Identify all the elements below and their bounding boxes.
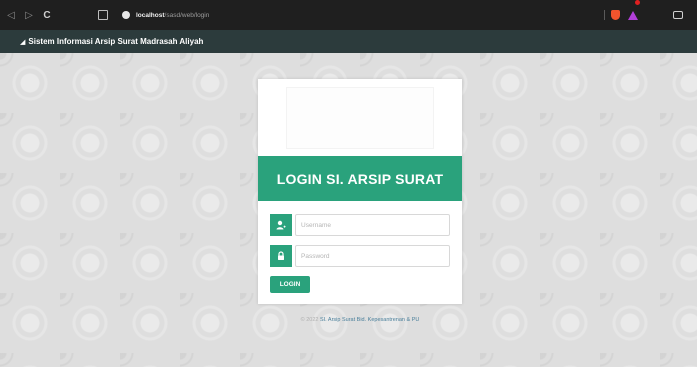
signal-icon: ◢ — [20, 38, 26, 46]
notification-badge — [635, 0, 640, 5]
footer-link[interactable]: SI. Arsip Surat Bid. Kepesantrenan & PU — [320, 317, 419, 323]
login-card: LOGIN SI. ARSIP SURAT LOGIN — [258, 79, 462, 304]
reload-icon[interactable]: C — [40, 10, 54, 21]
footer-copyright: © 2022 — [300, 317, 319, 323]
browser-toolbar: ◁ ▷ C localhost /sasd/web/login — [0, 0, 697, 30]
password-input[interactable] — [295, 245, 450, 267]
brave-rewards-icon[interactable] — [628, 0, 640, 20]
logo-placeholder — [286, 87, 434, 149]
url-host: localhost — [136, 11, 165, 19]
lock-icon — [270, 245, 292, 267]
username-field — [270, 214, 450, 236]
login-button[interactable]: LOGIN — [270, 276, 310, 293]
login-card-header: LOGIN SI. ARSIP SURAT — [258, 156, 462, 201]
footer: © 2022 SI. Arsip Surat Bid. Kepesantrena… — [258, 317, 462, 323]
app-title: Sistem Informasi Arsip Surat Madrasah Al… — [28, 37, 204, 46]
brave-shields-icon[interactable] — [611, 10, 620, 20]
back-icon[interactable]: ◁ — [4, 10, 18, 21]
tab-manager-icon[interactable] — [673, 11, 683, 19]
toolbar-divider — [604, 10, 605, 20]
app-header: ◢ Sistem Informasi Arsip Surat Madrasah … — [0, 30, 697, 53]
user-icon — [270, 214, 292, 236]
password-field — [270, 245, 450, 267]
url-path: /sasd/web/login — [164, 11, 210, 19]
forward-icon[interactable]: ▷ — [22, 10, 36, 21]
login-title: LOGIN SI. ARSIP SURAT — [276, 170, 444, 187]
username-input[interactable] — [295, 214, 450, 236]
site-info-icon[interactable] — [122, 11, 130, 19]
bookmark-icon[interactable] — [98, 10, 108, 20]
address-bar[interactable]: localhost /sasd/web/login — [122, 6, 602, 24]
